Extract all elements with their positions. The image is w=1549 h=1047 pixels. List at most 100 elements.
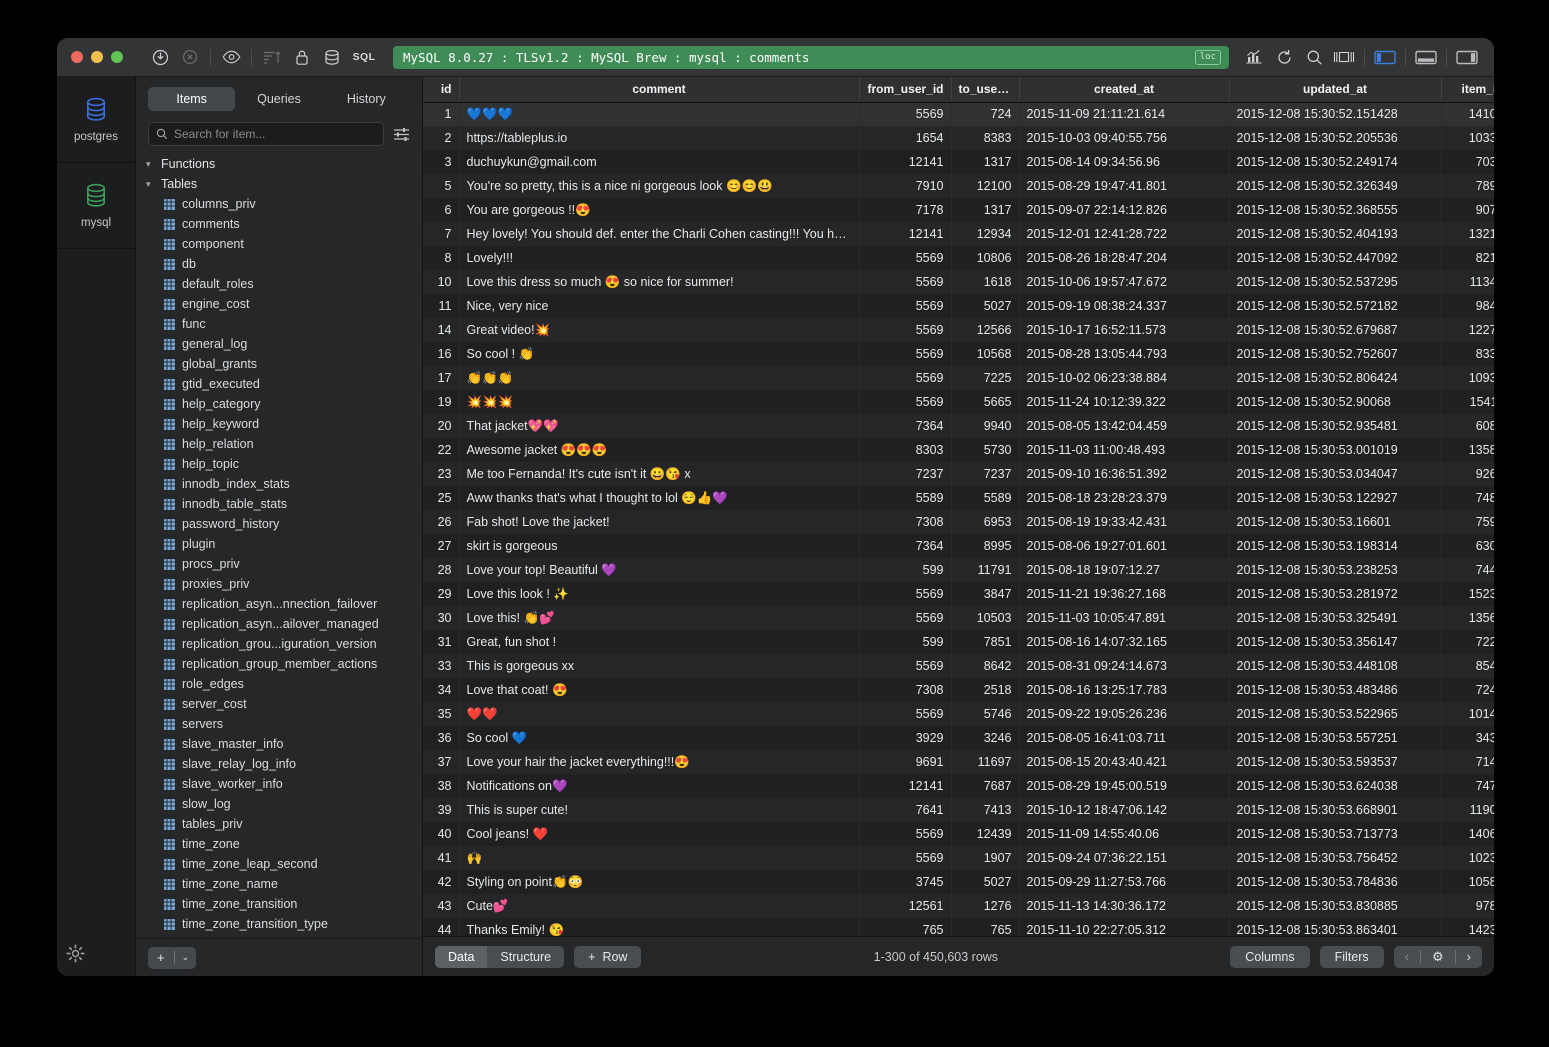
previous-page-button[interactable]: ‹	[1394, 946, 1420, 967]
cell-from_user_id[interactable]: 7364	[859, 534, 951, 558]
table-row[interactable]: 34Love that coat! 😍730825182015-08-16 13…	[423, 678, 1494, 702]
table-row[interactable]: 39This is super cute!764174132015-10-12 …	[423, 798, 1494, 822]
cell-from_user_id[interactable]: 599	[859, 558, 951, 582]
cell-item_id[interactable]: 7482	[1441, 486, 1494, 510]
cell-to_user_id[interactable]: 1907	[951, 846, 1019, 870]
cell-created_at[interactable]: 2015-11-21 19:36:27.168	[1019, 582, 1229, 606]
cell-comment[interactable]: Love that coat! 😍	[459, 678, 859, 702]
cell-created_at[interactable]: 2015-09-29 11:27:53.766	[1019, 870, 1229, 894]
cell-id[interactable]: 39	[423, 798, 459, 822]
cell-comment[interactable]: So cool ! 👏	[459, 342, 859, 366]
cell-to_user_id[interactable]: 2518	[951, 678, 1019, 702]
cell-to_user_id[interactable]: 12439	[951, 822, 1019, 846]
chart-icon[interactable]	[1239, 44, 1269, 70]
cell-updated_at[interactable]: 2015-12-08 15:30:52.90068	[1229, 390, 1441, 414]
search-input-wrapper[interactable]	[148, 122, 384, 146]
cell-id[interactable]: 26	[423, 510, 459, 534]
cell-id[interactable]: 27	[423, 534, 459, 558]
cell-id[interactable]: 43	[423, 894, 459, 918]
cell-comment[interactable]: duchuykun@gmail.com	[459, 150, 859, 174]
right-panel-icon[interactable]	[1452, 44, 1482, 70]
cell-comment[interactable]: Hey lovely! You should def. enter the Ch…	[459, 222, 859, 246]
cell-to_user_id[interactable]: 7687	[951, 774, 1019, 798]
cell-from_user_id[interactable]: 12561	[859, 894, 951, 918]
cell-created_at[interactable]: 2015-08-15 20:43:40.421	[1019, 750, 1229, 774]
cell-from_user_id[interactable]: 5569	[859, 846, 951, 870]
cell-item_id[interactable]: 6081	[1441, 414, 1494, 438]
table-row[interactable]: 30Love this! 👏💕5569105032015-11-03 10:05…	[423, 606, 1494, 630]
cell-from_user_id[interactable]: 5569	[859, 102, 951, 126]
tree-table-item[interactable]: slave_master_info	[138, 734, 422, 754]
tab-data[interactable]: Data	[435, 946, 487, 968]
gear-icon[interactable]: ⚙	[1421, 946, 1455, 968]
cell-from_user_id[interactable]: 3929	[859, 726, 951, 750]
cell-from_user_id[interactable]: 5569	[859, 582, 951, 606]
cell-id[interactable]: 19	[423, 390, 459, 414]
cell-item_id[interactable]: 14068	[1441, 822, 1494, 846]
cell-comment[interactable]: Notifications on💜	[459, 774, 859, 798]
sidebar-tab-history[interactable]: History	[323, 87, 410, 111]
cell-updated_at[interactable]: 2015-12-08 15:30:52.806424	[1229, 366, 1441, 390]
cell-comment[interactable]: Great video!💥	[459, 318, 859, 342]
table-row[interactable]: 23Me too Fernanda! It's cute isn't it 😀😘…	[423, 462, 1494, 486]
cell-from_user_id[interactable]: 5569	[859, 246, 951, 270]
tree-table-item[interactable]: time_zone_transition	[138, 894, 422, 914]
cell-comment[interactable]: You're so pretty, this is a nice ni gorg…	[459, 174, 859, 198]
cell-id[interactable]: 16	[423, 342, 459, 366]
cell-created_at[interactable]: 2015-10-02 06:23:38.884	[1019, 366, 1229, 390]
cell-updated_at[interactable]: 2015-12-08 15:30:52.935481	[1229, 414, 1441, 438]
table-row[interactable]: 37Love your hair the jacket everything!!…	[423, 750, 1494, 774]
cell-to_user_id[interactable]: 7413	[951, 798, 1019, 822]
table-row[interactable]: 11Nice, very nice556950272015-09-19 08:3…	[423, 294, 1494, 318]
tree-table-item[interactable]: replication_group_member_actions	[138, 654, 422, 674]
cell-created_at[interactable]: 2015-08-28 13:05:44.793	[1019, 342, 1229, 366]
gear-icon[interactable]	[66, 944, 85, 968]
cell-created_at[interactable]: 2015-11-24 10:12:39.322	[1019, 390, 1229, 414]
cell-to_user_id[interactable]: 11697	[951, 750, 1019, 774]
cell-comment[interactable]: Me too Fernanda! It's cute isn't it 😀😘 x	[459, 462, 859, 486]
cell-comment[interactable]: This is super cute!	[459, 798, 859, 822]
sql-button[interactable]: SQL	[349, 44, 379, 70]
cell-created_at[interactable]: 2015-11-13 14:30:36.172	[1019, 894, 1229, 918]
cell-from_user_id[interactable]: 5589	[859, 486, 951, 510]
cell-id[interactable]: 10	[423, 270, 459, 294]
table-row[interactable]: 19💥💥💥556956652015-11-24 10:12:39.3222015…	[423, 390, 1494, 414]
cell-to_user_id[interactable]: 8642	[951, 654, 1019, 678]
cell-item_id[interactable]: 9262	[1441, 462, 1494, 486]
bottom-panel-icon[interactable]	[1411, 44, 1441, 70]
cell-item_id[interactable]: 10235	[1441, 846, 1494, 870]
table-row[interactable]: 41🙌556919072015-09-24 07:36:22.1512015-1…	[423, 846, 1494, 870]
cell-item_id[interactable]: 7477	[1441, 774, 1494, 798]
cell-to_user_id[interactable]: 8383	[951, 126, 1019, 150]
cell-updated_at[interactable]: 2015-12-08 15:30:53.668901	[1229, 798, 1441, 822]
tree-table-item[interactable]: replication_grou...iguration_version	[138, 634, 422, 654]
cell-id[interactable]: 1	[423, 102, 459, 126]
cell-to_user_id[interactable]: 7225	[951, 366, 1019, 390]
connection-postgres[interactable]: postgres	[57, 77, 135, 163]
cell-updated_at[interactable]: 2015-12-08 15:30:53.356147	[1229, 630, 1441, 654]
table-row[interactable]: 14Great video!💥5569125662015-10-17 16:52…	[423, 318, 1494, 342]
chevron-down-icon[interactable]: ⌄	[175, 952, 197, 963]
table-row[interactable]: 40Cool jeans! ❤️5569124392015-11-09 14:5…	[423, 822, 1494, 846]
cell-comment[interactable]: 👏👏👏	[459, 366, 859, 390]
sort-ascending-icon[interactable]	[257, 44, 287, 70]
column-header-comment[interactable]: comment	[459, 77, 859, 102]
table-row[interactable]: 1💙💙💙55697242015-11-09 21:11:21.6142015-1…	[423, 102, 1494, 126]
cell-comment[interactable]: Nice, very nice	[459, 294, 859, 318]
table-row[interactable]: 16So cool ! 👏5569105682015-08-28 13:05:4…	[423, 342, 1494, 366]
tree-table-item[interactable]: slow_log	[138, 794, 422, 814]
cell-updated_at[interactable]: 2015-12-08 15:30:53.325491	[1229, 606, 1441, 630]
cell-id[interactable]: 41	[423, 846, 459, 870]
cell-id[interactable]: 7	[423, 222, 459, 246]
cell-item_id[interactable]: 7449	[1441, 558, 1494, 582]
cell-item_id[interactable]: 7224	[1441, 630, 1494, 654]
cell-comment[interactable]: Styling on point👏😳	[459, 870, 859, 894]
table-row[interactable]: 25Aww thanks that's what I thought to lo…	[423, 486, 1494, 510]
cell-to_user_id[interactable]: 9940	[951, 414, 1019, 438]
cell-updated_at[interactable]: 2015-12-08 15:30:53.034047	[1229, 462, 1441, 486]
tree-table-item[interactable]: slave_relay_log_info	[138, 754, 422, 774]
cell-id[interactable]: 34	[423, 678, 459, 702]
tree-table-item[interactable]: proxies_priv	[138, 574, 422, 594]
cell-created_at[interactable]: 2015-08-19 19:33:42.431	[1019, 510, 1229, 534]
cell-created_at[interactable]: 2015-10-12 18:47:06.142	[1019, 798, 1229, 822]
